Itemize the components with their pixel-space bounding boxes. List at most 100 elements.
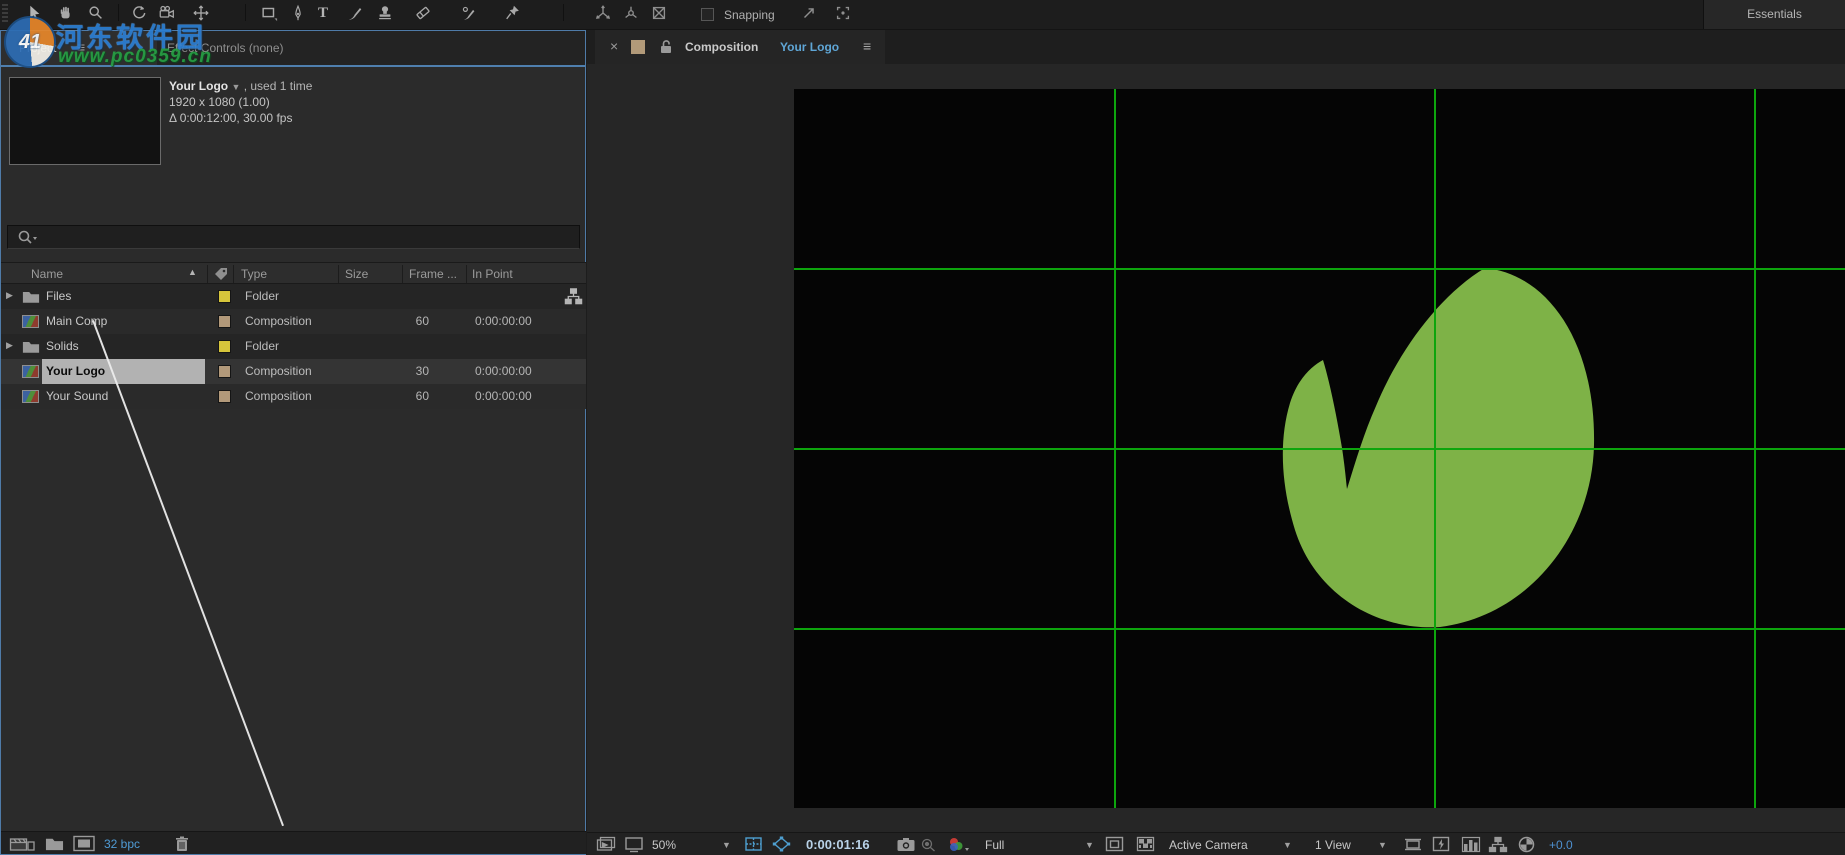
label-color-swatch[interactable] xyxy=(218,365,231,378)
grid-line-horizontal xyxy=(794,448,1845,450)
puppet-pin-tool-icon xyxy=(504,4,522,22)
info-dropdown-icon[interactable]: ▼ xyxy=(231,82,240,92)
expander-icon[interactable]: ▶ xyxy=(6,290,13,301)
exposure-value[interactable]: +0.0 xyxy=(1549,838,1573,852)
item-info-name: Your Logo xyxy=(169,79,228,93)
item-info-duration: Δ 0:00:12:00, 30.00 fps xyxy=(169,111,292,125)
item-preview-thumbnail xyxy=(9,77,161,165)
view-layout-selector[interactable]: 1 View xyxy=(1315,838,1351,852)
world-axis-mode-button[interactable] xyxy=(620,3,642,23)
column-header-in-point[interactable]: In Point xyxy=(472,267,513,281)
search-icon[interactable] xyxy=(16,229,40,247)
grid-and-guides-button[interactable] xyxy=(744,836,763,853)
column-header-name[interactable]: Name xyxy=(31,267,63,281)
3d-view-selector[interactable]: Active Camera xyxy=(1169,838,1248,852)
eraser-tool-button[interactable] xyxy=(412,3,434,23)
sort-ascending-icon[interactable]: ▲ xyxy=(188,267,197,277)
local-axis-mode-button[interactable] xyxy=(592,3,614,23)
panel-menu-icon[interactable]: ≡ xyxy=(863,38,871,54)
list-item-your-sound[interactable]: Your Sound Composition 60 0:00:00:00 xyxy=(1,384,586,409)
snapping-checkbox[interactable] xyxy=(701,8,714,21)
label-color-swatch[interactable] xyxy=(218,390,231,403)
expander-icon[interactable]: ▶ xyxy=(6,340,13,351)
tab-composition[interactable]: × Composition Your Logo ≡ xyxy=(595,30,885,64)
label-color-swatch[interactable] xyxy=(218,290,231,303)
type-tool-button[interactable]: T xyxy=(312,3,334,23)
view-axis-mode-button[interactable] xyxy=(648,3,670,23)
comp-label-color-swatch[interactable] xyxy=(631,40,645,54)
brush-tool-button[interactable] xyxy=(344,3,366,23)
puppet-pin-tool-button[interactable] xyxy=(502,3,524,23)
item-name[interactable]: Solids xyxy=(46,339,79,353)
roto-brush-tool-button[interactable] xyxy=(458,3,480,23)
show-channel-button[interactable] xyxy=(946,836,970,853)
list-item-main-comp[interactable]: Main Comp Composition 60 0:00:00:00 xyxy=(1,309,586,334)
reset-exposure-button[interactable] xyxy=(1517,836,1536,853)
workspace-switcher[interactable]: Essentials xyxy=(1703,0,1845,29)
item-name[interactable]: Files xyxy=(46,289,71,303)
close-icon[interactable]: × xyxy=(610,38,618,54)
trash-icon[interactable] xyxy=(173,835,191,853)
snap-bounds-button[interactable] xyxy=(832,3,854,23)
column-divider[interactable] xyxy=(338,265,339,283)
fast-previews-button[interactable] xyxy=(1432,836,1451,853)
resolution-dropdown-icon[interactable]: ▼ xyxy=(1085,840,1094,850)
column-divider[interactable] xyxy=(233,265,234,283)
magnification-value[interactable]: 50% xyxy=(652,838,676,852)
main-viewer-button[interactable] xyxy=(624,836,644,853)
interpret-footage-button[interactable] xyxy=(9,835,35,853)
lock-icon[interactable] xyxy=(657,38,675,56)
project-bit-depth[interactable]: 32 bpc xyxy=(104,837,140,851)
current-time-display[interactable]: 0:00:01:16 xyxy=(806,837,870,852)
item-name[interactable]: Main Comp xyxy=(46,314,107,328)
show-snapshot-button[interactable] xyxy=(919,836,939,853)
workspace-tab-essentials[interactable]: Essentials xyxy=(1704,7,1845,21)
clone-stamp-tool-button[interactable] xyxy=(374,3,396,23)
snapping-label[interactable]: Snapping xyxy=(724,8,775,22)
list-item-files[interactable]: ▶ Files Folder xyxy=(1,284,586,309)
watermark-site-url: www.pc0359.cn xyxy=(58,46,212,68)
comp-flowchart-button[interactable] xyxy=(1488,836,1508,853)
item-type: Composition xyxy=(245,389,312,403)
item-name[interactable]: Your Logo xyxy=(46,364,105,378)
flowchart-icon[interactable] xyxy=(564,287,583,306)
folder-icon xyxy=(22,339,40,354)
column-divider[interactable] xyxy=(207,265,208,283)
composition-viewer[interactable] xyxy=(587,64,1845,832)
item-list-header: Name ▲ Type Size Frame ... In Point xyxy=(1,262,586,284)
comp-tab-comp-name[interactable]: Your Logo xyxy=(780,40,839,54)
transparency-grid-button[interactable] xyxy=(1136,836,1155,853)
column-header-frame-rate[interactable]: Frame ... xyxy=(409,267,457,281)
column-divider[interactable] xyxy=(466,265,467,283)
column-header-type[interactable]: Type xyxy=(241,267,267,281)
share-view-options-button[interactable] xyxy=(1403,836,1423,853)
timeline-button[interactable] xyxy=(1461,836,1481,853)
list-item-your-logo-selected[interactable]: Your Logo Composition 30 0:00:00:00 xyxy=(1,359,586,384)
clone-stamp-tool-icon xyxy=(376,4,394,22)
grid-line-horizontal xyxy=(794,628,1845,630)
3d-view-dropdown-icon[interactable]: ▼ xyxy=(1283,840,1292,850)
snap-options-button[interactable] xyxy=(798,3,820,23)
composition-icon xyxy=(22,390,39,403)
new-folder-button[interactable] xyxy=(45,835,64,852)
composition-canvas[interactable] xyxy=(794,89,1845,808)
item-type: Composition xyxy=(245,364,312,378)
toggle-mask-visibility-button[interactable] xyxy=(772,836,791,853)
project-panel: Project ≡ Effect Controls (none) Your Lo… xyxy=(0,30,586,855)
take-snapshot-button[interactable] xyxy=(896,836,916,853)
search-input[interactable] xyxy=(7,225,580,249)
label-color-swatch[interactable] xyxy=(218,340,231,353)
region-of-interest-button[interactable] xyxy=(1105,836,1124,853)
resolution-value[interactable]: Full xyxy=(985,838,1004,852)
item-name[interactable]: Your Sound xyxy=(46,389,108,403)
magnification-dropdown-icon[interactable]: ▼ xyxy=(722,840,731,850)
label-column-icon[interactable] xyxy=(213,266,229,282)
always-preview-view-button[interactable] xyxy=(596,836,616,853)
label-color-swatch[interactable] xyxy=(218,315,231,328)
view-layout-dropdown-icon[interactable]: ▼ xyxy=(1378,840,1387,850)
column-header-size[interactable]: Size xyxy=(345,267,368,281)
list-item-solids[interactable]: ▶ Solids Folder xyxy=(1,334,586,359)
column-divider[interactable] xyxy=(402,265,403,283)
after-effects-window: T Snapping xyxy=(0,0,1845,855)
new-composition-button[interactable] xyxy=(73,835,95,852)
